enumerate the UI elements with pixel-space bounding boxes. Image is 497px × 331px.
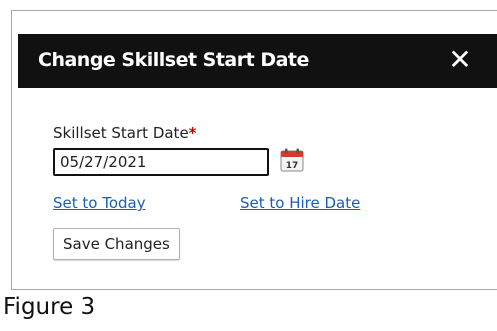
set-to-today-link[interactable]: Set to Today: [53, 194, 146, 212]
skillset-start-date-input[interactable]: [53, 148, 269, 176]
figure-caption: Figure 3: [3, 294, 96, 320]
skillset-start-date-label: Skillset Start Date*: [53, 124, 197, 142]
calendar-day-text: 17: [286, 161, 299, 171]
required-marker: *: [188, 124, 197, 142]
set-to-hire-date-link[interactable]: Set to Hire Date: [240, 194, 360, 212]
calendar-icon[interactable]: 17: [280, 148, 304, 172]
field-label-text: Skillset Start Date: [53, 124, 189, 142]
save-changes-button[interactable]: Save Changes: [53, 228, 180, 260]
dialog-header: Change Skillset Start Date ✕: [18, 34, 497, 88]
dialog-title: Change Skillset Start Date: [38, 49, 309, 71]
close-icon[interactable]: ✕: [445, 43, 475, 77]
